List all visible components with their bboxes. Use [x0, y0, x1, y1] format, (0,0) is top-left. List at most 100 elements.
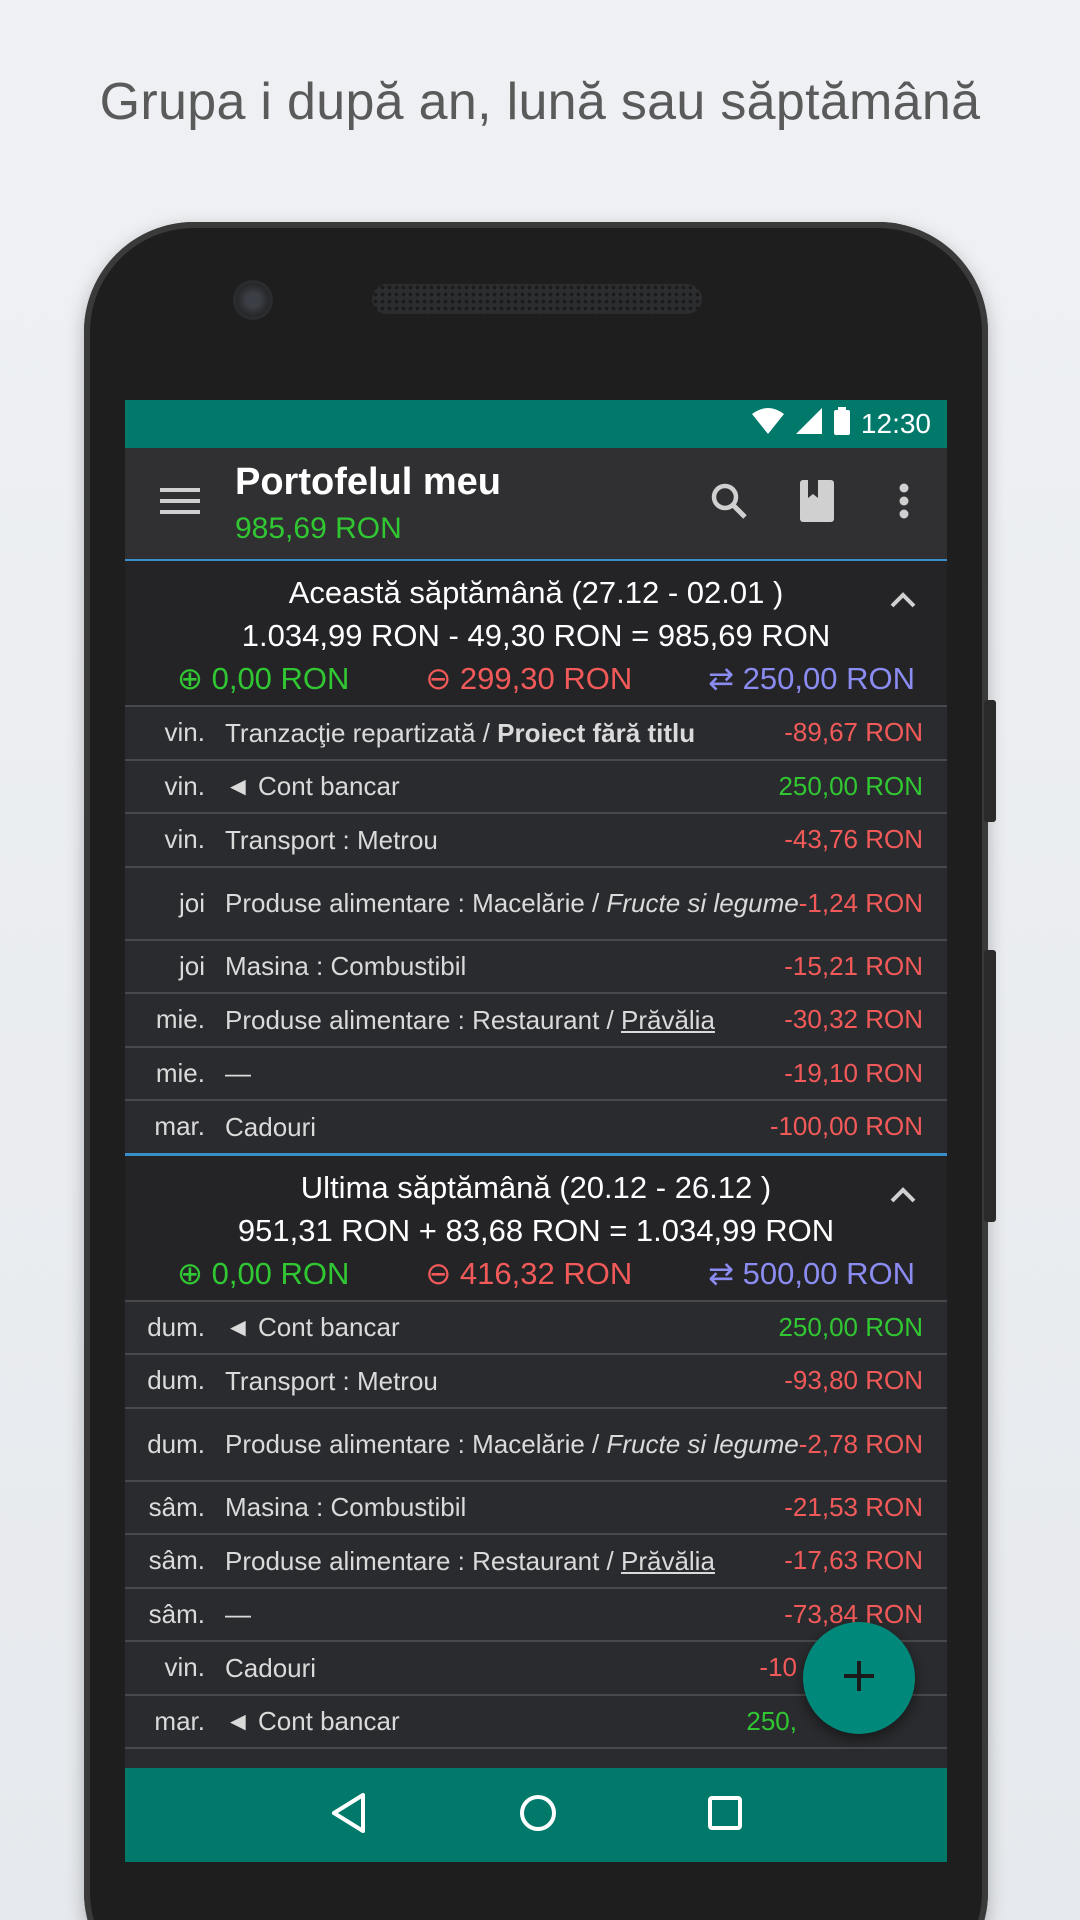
add-transaction-button[interactable] [803, 1622, 915, 1734]
hamburger-icon [160, 486, 200, 521]
transaction-day: sâm. [148, 1491, 205, 1522]
wifi-icon [751, 407, 785, 442]
transaction-day: vin. [164, 1652, 205, 1683]
group-totals: ⊕ 0,00 RON ⊖ 299,30 RON ⇄ 250,00 RON [125, 657, 947, 701]
transaction-day: joi [178, 887, 205, 918]
transaction-day: mie. [155, 1057, 205, 1088]
transaction-amount: 250,00 RON [778, 770, 923, 801]
transaction-row[interactable]: joi Produse alimentare : Macelărie / Fru… [125, 865, 947, 939]
promo-caption: Grupa i după an, lună sau săptămână [99, 73, 981, 131]
more-vertical-icon [899, 483, 909, 524]
transaction-day: sâm. [148, 1545, 205, 1576]
group-header-last-week[interactable]: Ultima săptămână (20.12 - 26.12 ) 951,31… [125, 1155, 947, 1300]
transaction-amount: -19,10 RON [784, 1057, 923, 1088]
app-bar: Portofelul meu 985,69 RON [125, 448, 947, 561]
status-bar: 12:30 [125, 400, 947, 448]
earpiece-speaker [372, 284, 702, 314]
transaction-amount: -43,76 RON [784, 824, 923, 855]
plus-icon [842, 1659, 876, 1698]
page-title: Portofelul meu [235, 461, 502, 503]
system-nav-bar [125, 1768, 947, 1862]
transaction-row[interactable]: mar. Cadouri -100,00 RON [125, 1099, 947, 1153]
transaction-row[interactable]: mie. Produse alimentare : Restaurant / P… [125, 992, 947, 1046]
transaction-amount: -30,32 RON [784, 1004, 923, 1035]
status-time: 12:30 [860, 408, 931, 439]
transaction-day: dum. [147, 1428, 205, 1459]
income-total: ⊕ 0,00 RON [177, 1255, 350, 1291]
transaction-amount: -93,80 RON [784, 1365, 923, 1396]
transaction-desc: Produse alimentare : Restaurant / Prăvăl… [225, 1004, 715, 1035]
transaction-amount: -15,21 RON [784, 950, 923, 981]
app-screen: 12:30 Portofelul meu 985,69 RON Această … [125, 400, 947, 1862]
transaction-amount: -21,53 RON [784, 1491, 923, 1522]
chevron-up-icon[interactable] [889, 591, 917, 614]
recents-icon[interactable] [707, 1795, 743, 1836]
transaction-desc: ◄ Cont bancar [225, 1312, 400, 1343]
transaction-amount: -17,63 RON [784, 1545, 923, 1576]
transaction-row[interactable]: sâm. Produse alimentare : Restaurant / P… [125, 1533, 947, 1587]
transaction-desc: Transport : Metrou [225, 824, 438, 855]
group-totals: ⊕ 0,00 RON ⊖ 416,32 RON ⇄ 500,00 RON [125, 1252, 947, 1296]
front-camera [236, 283, 270, 317]
transaction-day: dum. [147, 1311, 205, 1342]
transaction-desc: — [225, 1058, 251, 1089]
transaction-day: sâm. [148, 1598, 205, 1629]
transaction-row[interactable]: dum. ◄ Cont bancar 250,00 RON [125, 1299, 947, 1353]
transaction-row[interactable]: mie. — -19,10 RON [125, 1045, 947, 1099]
bookmark-button[interactable] [773, 448, 861, 559]
transaction-day: vin. [164, 717, 205, 748]
transaction-day: vin. [164, 770, 205, 801]
transaction-row[interactable]: vin. Tranzacţie repartizată / Proiect fă… [125, 705, 947, 759]
transaction-desc: — [225, 1599, 251, 1630]
transaction-row[interactable]: vin. ◄ Cont bancar 250,00 RON [125, 758, 947, 812]
transaction-desc: Cadouri [225, 1111, 317, 1142]
group-title: Ultima săptămână (20.12 - 26.12 ) [300, 1169, 772, 1205]
transaction-amount: -100,00 RON [769, 1111, 923, 1142]
transaction-day: joi [178, 950, 205, 981]
transaction-desc: Produse alimentare : Macelărie / Fructe … [225, 888, 799, 918]
phone-side-button-top [984, 700, 996, 822]
transaction-row[interactable]: joi Masina : Combustibil -15,21 RON [125, 938, 947, 992]
transaction-desc: ◄ Cont bancar [225, 771, 400, 802]
search-icon [709, 481, 749, 526]
transaction-amount: -1,24 RON [798, 887, 923, 918]
wallet-balance: 985,69 RON [235, 512, 402, 545]
transaction-row[interactable]: dum. Produse alimentare : Macelărie / Fr… [125, 1406, 947, 1480]
transaction-row[interactable]: sâm. Masina : Combustibil -21,53 RON [125, 1479, 947, 1533]
transaction-row[interactable]: dum. Transport : Metrou -93,80 RON [125, 1353, 947, 1407]
transaction-day: dum. [147, 1365, 205, 1396]
signal-icon [795, 407, 823, 442]
transaction-desc: Tranzacţie repartizată / Proiect fără ti… [225, 717, 696, 748]
transaction-amount: -2,78 RON [798, 1428, 923, 1459]
transaction-day: mar. [154, 1705, 205, 1736]
battery-icon [833, 406, 851, 442]
search-button[interactable] [685, 448, 773, 559]
expense-total: ⊖ 299,30 RON [425, 661, 633, 696]
transaction-day: mie. [155, 1004, 205, 1035]
transaction-amount: 250,00 RON [778, 1311, 923, 1342]
group-header-this-week[interactable]: Această săptămână (27.12 - 02.01 ) 1.034… [125, 561, 947, 705]
transaction-amount: -89,67 RON [784, 717, 923, 748]
overflow-menu-button[interactable] [861, 448, 947, 559]
group-sum: 951,31 RON + 83,68 RON = 1.034,99 RON [237, 1212, 835, 1248]
transaction-desc: Cadouri [225, 1652, 317, 1683]
back-icon[interactable] [329, 1792, 369, 1839]
hamburger-menu-button[interactable] [125, 448, 235, 559]
transaction-day: vin. [164, 824, 205, 855]
group-title: Această săptămână (27.12 - 02.01 ) [288, 575, 784, 610]
transaction-desc: Produse alimentare : Macelărie / Fructe … [225, 1429, 799, 1459]
home-icon[interactable] [518, 1793, 558, 1838]
transfer-total: ⇄ 250,00 RON [708, 661, 915, 696]
app-title-block: Portofelul meu 985,69 RON [235, 461, 685, 546]
transaction-row[interactable]: sâm. — -73,84 RON [125, 1586, 947, 1640]
transaction-desc: Masina : Combustibil [225, 951, 467, 982]
transaction-desc: Produse alimentare : Restaurant / Prăvăl… [225, 1545, 715, 1576]
transaction-desc: Masina : Combustibil [225, 1492, 467, 1523]
transaction-row[interactable]: vin. Transport : Metrou -43,76 RON [125, 812, 947, 866]
phone-frame: 12:30 Portofelul meu 985,69 RON Această … [84, 222, 996, 1920]
income-total: ⊕ 0,00 RON [177, 661, 350, 696]
transaction-day: mar. [154, 1111, 205, 1142]
transfer-total: ⇄ 500,00 RON [708, 1255, 915, 1291]
expense-total: ⊖ 416,32 RON [425, 1255, 633, 1291]
chevron-up-icon[interactable] [889, 1186, 917, 1209]
